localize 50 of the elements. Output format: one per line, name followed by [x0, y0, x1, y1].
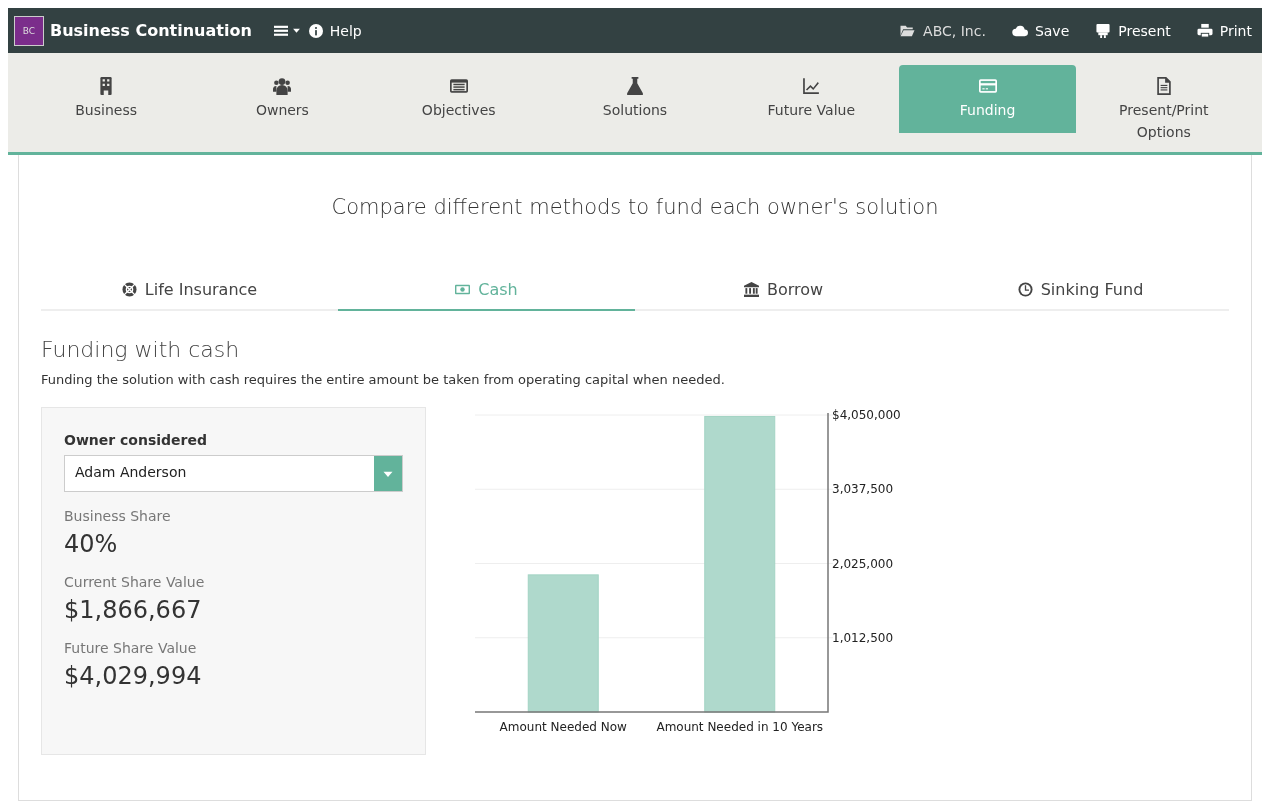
stat-label: Future Share Value [64, 640, 198, 656]
toolbar-link[interactable]: Save [1034, 22, 1070, 39]
people-icon [273, 77, 292, 95]
owner-dropdown[interactable]: Adam Anderson [64, 455, 403, 492]
caret-icon [291, 26, 301, 35]
toolbar-link[interactable]: Print [1219, 22, 1252, 39]
help-link[interactable]: Help [329, 22, 362, 39]
toolbar-link[interactable]: Present [1118, 22, 1171, 39]
field-label: Owner considered [64, 432, 209, 448]
method-tab[interactable]: Borrow [635, 269, 932, 311]
clock-icon [1017, 281, 1033, 297]
page-heading: Compare different methods to fund each owner's solution [330, 195, 940, 219]
menu-button[interactable] [273, 23, 301, 38]
axis-label: 2,025,000 [832, 556, 894, 571]
nav-tab[interactable]: Owners [194, 65, 371, 133]
flask-icon [626, 77, 644, 95]
axis-label: Amount Needed Now [499, 720, 627, 734]
stat-value: $1,866,667 [64, 596, 203, 624]
list-icon [273, 23, 288, 38]
lifebuoy-icon [121, 281, 137, 297]
nav-tab[interactable]: Solutions [546, 65, 724, 133]
document-icon [1154, 77, 1173, 95]
app-title: Business Continuation [50, 21, 252, 40]
info-icon [308, 23, 323, 38]
axis-label: $4,050,000 [832, 408, 901, 422]
presentation-icon [1095, 23, 1112, 38]
nav-tab[interactable]: Business [18, 65, 195, 133]
client-name[interactable]: ABC, Inc. [923, 22, 986, 39]
axis-label: Amount Needed in 10 Years [656, 720, 824, 734]
folder-icon [899, 23, 917, 38]
app-logo: BC [14, 15, 44, 46]
bank-icon [743, 281, 759, 297]
stat-value: $4,029,994 [64, 662, 203, 690]
stat-value: 40% [64, 530, 119, 558]
method-tab[interactable]: Sinking Fund [932, 269, 1229, 311]
method-tab[interactable]: Life Insurance [41, 269, 338, 311]
credit-card-icon [978, 77, 997, 95]
nav-tab[interactable]: Objectives [370, 65, 547, 133]
print-icon [1196, 23, 1213, 38]
nav-tab[interactable]: Future Value [723, 65, 900, 133]
section-description: Funding the solution with cash requires the entire amount be taken from operating capital when needed. [41, 372, 726, 387]
axis-label: 1,012,500 [832, 630, 894, 645]
section-title: Funding with cash [41, 337, 241, 362]
line-chart-icon [802, 77, 821, 95]
stat-label: Business Share [64, 508, 172, 524]
cloud-icon [1011, 23, 1028, 38]
nav-tab[interactable]: Present/Print Options [1075, 65, 1252, 143]
axis-label: 3,037,500 [832, 482, 894, 497]
list-icon [449, 77, 468, 95]
stat-label: Current Share Value [64, 574, 206, 590]
